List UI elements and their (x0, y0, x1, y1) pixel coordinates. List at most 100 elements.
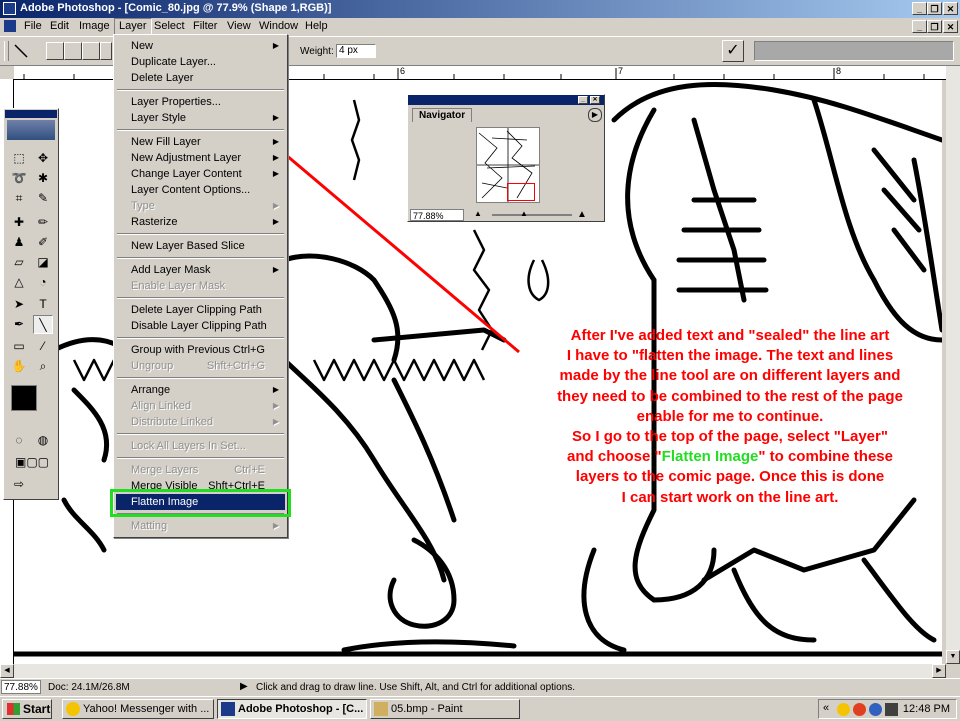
blur-tool-icon[interactable]: △ (9, 273, 29, 292)
dodge-tool-icon[interactable]: ◔ (33, 273, 53, 292)
menu-item-rasterize[interactable]: Rasterize ▶ (116, 214, 285, 230)
work-path-mode-icon[interactable] (64, 42, 82, 60)
menu-layer[interactable]: Layer (114, 18, 152, 35)
status-arrow-icon[interactable]: ▶ (240, 681, 248, 692)
standard-mode-icon[interactable]: ◌ (9, 431, 29, 450)
taskbar-paint[interactable]: 05.bmp - Paint (370, 699, 520, 719)
navigator-zoom-slider[interactable] (492, 214, 572, 216)
slice-tool-icon[interactable]: ✎ (33, 189, 53, 208)
menu-item-delete-layer-clipping-path[interactable]: Delete Layer Clipping Path (116, 302, 285, 318)
magic-wand-tool-icon[interactable]: ✱ (33, 169, 53, 188)
marquee-tool-icon[interactable]: ⬚ (9, 149, 29, 168)
menu-item-delete-layer[interactable]: Delete Layer (116, 70, 285, 86)
eyedropper-tool-icon[interactable]: ⁄ (33, 337, 53, 356)
path-selection-tool-icon[interactable]: ➤ (9, 295, 29, 314)
fill-pixels-mode-icon[interactable] (82, 42, 100, 60)
start-button[interactable]: Start (2, 699, 52, 719)
menu-image[interactable]: Image (75, 19, 114, 34)
menu-item-layer-style[interactable]: Layer Style ▶ (116, 110, 285, 126)
menu-item-disable-layer-clipping-path[interactable]: Disable Layer Clipping Path (116, 318, 285, 334)
close-button[interactable]: ✕ (943, 2, 958, 15)
navigator-tab[interactable]: Navigator (412, 108, 473, 122)
navigator-minimize-button[interactable]: _ (578, 96, 588, 104)
menu-item-group-with-previous[interactable]: Group with Previous Ctrl+G (116, 342, 285, 358)
doc-restore-button[interactable]: ❐ (927, 20, 942, 33)
menu-item-lock-all-layers-in-set[interactable]: Lock All Layers In Set... (116, 438, 285, 454)
menu-item-matting[interactable]: Matting ▶ (116, 518, 285, 534)
minimize-button[interactable]: _ (912, 2, 927, 15)
notes-tool-icon[interactable]: ▭ (9, 337, 29, 356)
menu-item-ungroup[interactable]: Ungroup Shft+Ctrl+G (116, 358, 285, 374)
toolbox-banner[interactable] (7, 120, 55, 140)
history-brush-tool-icon[interactable]: ✐ (33, 233, 53, 252)
palette-well[interactable] (754, 41, 954, 61)
scroll-right-arrow-icon[interactable]: ▶ (932, 664, 946, 678)
crop-tool-icon[interactable]: ⌗ (9, 189, 29, 208)
move-tool-icon[interactable]: ✥ (33, 149, 53, 168)
menu-item-change-layer-content[interactable]: Change Layer Content ▶ (116, 166, 285, 182)
doc-minimize-button[interactable]: _ (912, 20, 927, 33)
lasso-tool-icon[interactable]: ➰ (9, 169, 29, 188)
shape-options-icon[interactable] (100, 42, 112, 60)
screen-mode-icons[interactable]: ▣▢▢ (7, 453, 57, 472)
menu-item-merge-layers[interactable]: Merge Layers Ctrl+E (116, 462, 285, 478)
healing-brush-tool-icon[interactable]: ✚ (9, 213, 29, 232)
menu-item-enable-layer-mask[interactable]: Enable Layer Mask (116, 278, 285, 294)
navigator-view-box[interactable] (507, 183, 535, 201)
hand-tool-icon[interactable]: ✋ (9, 357, 29, 376)
menu-item-layer-content-options[interactable]: Layer Content Options... (116, 182, 285, 198)
scroll-left-arrow-icon[interactable]: ◀ (0, 664, 14, 678)
taskbar-photoshop[interactable]: Adobe Photoshop - [C... (217, 699, 367, 719)
zoom-tool-icon[interactable]: ⌕ (33, 357, 53, 376)
line-tool-selected-icon[interactable]: ╲ (33, 315, 53, 334)
menu-window[interactable]: Window (255, 19, 302, 34)
paint-bucket-tool-icon[interactable]: ◪ (33, 253, 53, 272)
scroll-down-arrow-icon[interactable]: ▼ (946, 650, 960, 664)
menu-help[interactable]: Help (301, 19, 332, 34)
brush-tool-icon[interactable]: ✏ (33, 213, 53, 232)
network-tray-icon[interactable] (869, 703, 882, 716)
menu-item-layer-properties[interactable]: Layer Properties... (116, 94, 285, 110)
menu-item-new-fill-layer[interactable]: New Fill Layer ▶ (116, 134, 285, 150)
menu-item-type[interactable]: Type ▶ (116, 198, 285, 214)
menu-item-new-layer-based-slice[interactable]: New Layer Based Slice (116, 238, 285, 254)
menu-item-distribute-linked[interactable]: Distribute Linked ▶ (116, 414, 285, 430)
navigator-close-button[interactable]: ✕ (590, 96, 600, 104)
doc-size-info[interactable]: Doc: 24.1M/26.8M (48, 682, 130, 693)
yahoo-tray-icon[interactable] (837, 703, 850, 716)
menu-file[interactable]: File (20, 19, 46, 34)
menu-item-arrange[interactable]: Arrange ▶ (116, 382, 285, 398)
menu-edit[interactable]: Edit (46, 19, 73, 34)
zoom-in-icon[interactable]: ▲ (574, 209, 590, 221)
taskbar-yahoo-messenger[interactable]: Yahoo! Messenger with ... (62, 699, 214, 719)
commit-check-icon[interactable]: ✓ (722, 40, 744, 62)
navigator-zoom-field[interactable]: 77.88% (410, 209, 464, 221)
jump-to-imageready-icon[interactable]: ⇨ (9, 475, 29, 494)
document-icon[interactable] (4, 20, 16, 32)
type-tool-icon[interactable]: T (33, 295, 53, 314)
photoshop-app-icon[interactable] (3, 2, 16, 15)
status-zoom-field[interactable]: 77.88% (1, 680, 41, 694)
eraser-tool-icon[interactable]: ▱ (9, 253, 29, 272)
menu-item-duplicate-layer[interactable]: Duplicate Layer... (116, 54, 285, 70)
horizontal-scrollbar[interactable]: ◀ ▶ (0, 664, 946, 678)
doc-close-button[interactable]: ✕ (943, 20, 958, 33)
pen-tool-icon[interactable]: ✒ (9, 315, 29, 334)
menu-item-new-adjustment-layer[interactable]: New Adjustment Layer ▶ (116, 150, 285, 166)
toolbox-titlebar[interactable] (5, 110, 57, 118)
zoom-out-icon[interactable]: ▲ (470, 209, 486, 221)
taskbar-clock[interactable]: 12:48 PM (903, 703, 950, 715)
menu-item-add-layer-mask[interactable]: Add Layer Mask ▶ (116, 262, 285, 278)
zoom-slider-thumb-icon[interactable]: ▲ (520, 209, 528, 219)
menu-item-align-linked[interactable]: Align Linked ▶ (116, 398, 285, 414)
shape-layer-mode-icon[interactable] (46, 42, 64, 60)
tray-expand-icon[interactable]: « (823, 702, 829, 714)
menu-select[interactable]: Select (150, 19, 189, 34)
menu-filter[interactable]: Filter (189, 19, 221, 34)
clone-stamp-tool-icon[interactable]: ♟ (9, 233, 29, 252)
quick-mask-mode-icon[interactable]: ◍ (33, 431, 53, 450)
menu-view[interactable]: View (223, 19, 255, 34)
maximize-button[interactable]: ❐ (927, 2, 942, 15)
weight-input[interactable]: 4 px (336, 44, 376, 58)
tray-app-icon[interactable] (853, 703, 866, 716)
